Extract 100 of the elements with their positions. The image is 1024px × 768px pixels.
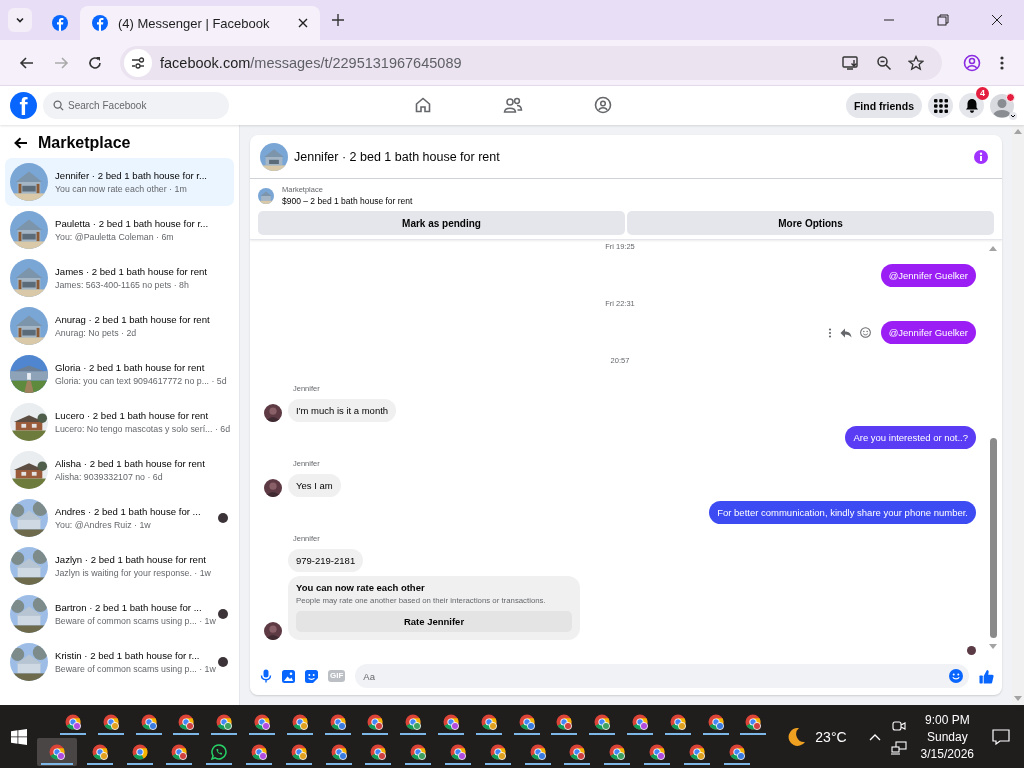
more-icon[interactable] — [827, 327, 832, 338]
rate-button[interactable]: Rate Jennifer — [296, 611, 572, 632]
browser-icon — [140, 713, 157, 730]
install-app-icon[interactable] — [842, 54, 860, 71]
conversation-item[interactable]: Jazlyn · 2 bed 1 bath house for rent Jazlyn is waiting for your response. · 1w — [5, 542, 234, 590]
conversation-item[interactable]: Bartron · 2 bed 1 bath house for ... Beware of common scams using p... · 1w — [5, 590, 234, 638]
browser-icon — [529, 743, 546, 760]
card-title: You can now rate each other — [296, 582, 426, 593]
back-icon[interactable] — [19, 54, 35, 71]
conversation-title: Anurag · 2 bed 1 bath house for rent — [55, 314, 210, 325]
conversation-title: Andres · 2 bed 1 bath house for ... — [55, 506, 201, 517]
restore-icon[interactable] — [937, 14, 949, 26]
browser-icon — [480, 713, 497, 730]
conversation-item[interactable]: James · 2 bed 1 bath house for rent James: 563-400-1165 no pets · 8h — [5, 254, 234, 302]
new-tab-icon[interactable] — [332, 14, 344, 26]
browser-window-button[interactable] — [37, 737, 77, 766]
message-preview: James: 563-400-1165 no pets · 8h — [55, 280, 190, 290]
listing-title: $900 – 2 bed 1 bath house for rent — [282, 196, 413, 206]
emoji-icon[interactable] — [949, 669, 963, 683]
message-preview: Jazlyn is waiting for your response. · 1w — [55, 568, 211, 578]
conversation-item[interactable]: Alisha · 2 bed 1 bath house for rent Alisha: 9039332107 no · 6d — [5, 446, 234, 494]
message-preview: You: @Andres Ruiz · 1w — [55, 520, 152, 530]
profile-icon[interactable] — [963, 53, 981, 72]
logo-icon — [52, 15, 68, 31]
message-preview: Lucero: No tengo mascotas y solo serí... · 6d — [55, 424, 229, 434]
conversation-item[interactable]: Andres · 2 bed 1 bath house for ... You: @Andres Ruiz · 1w — [5, 494, 234, 542]
tab-search-button[interactable] — [8, 8, 32, 32]
site-settings-icon[interactable] — [124, 48, 152, 77]
reply-icon[interactable] — [839, 327, 852, 338]
browser-icon — [290, 743, 307, 760]
chevron-down-icon[interactable] — [1009, 111, 1017, 120]
back-arrow-icon[interactable] — [14, 137, 28, 149]
notification-icon[interactable] — [992, 728, 1010, 745]
message-input[interactable]: Aa — [355, 664, 969, 688]
url-text: facebook.com/messages/t/2295131967645089 — [160, 54, 462, 71]
browser-icon — [216, 713, 233, 730]
conversation-item[interactable]: Jennifer · 2 bed 1 bath house for r... You can now rate each other · 1m — [5, 158, 234, 206]
conversation-item[interactable]: Pauletta · 2 bed 1 bath house for r... You: @Pauletta Coleman · 6m — [5, 206, 234, 254]
browser-icon — [49, 743, 65, 760]
clock-time[interactable]: 9:00 PM — [924, 712, 970, 727]
close-icon[interactable] — [298, 18, 308, 28]
sticker-icon[interactable] — [305, 669, 318, 683]
star-icon[interactable] — [908, 54, 924, 71]
menu-button[interactable] — [928, 93, 953, 118]
read-receipt-icon — [967, 646, 976, 655]
conversation-title: Lucero · 2 bed 1 bath house for rent — [55, 410, 210, 421]
chevron-up-icon[interactable] — [868, 732, 881, 741]
conversation-item[interactable]: Anurag · 2 bed 1 bath house for rent Anurag: No pets · 2d — [5, 302, 234, 350]
browser-icon — [178, 713, 195, 730]
people-icon — [503, 95, 523, 114]
zoom-icon[interactable] — [876, 54, 892, 71]
listing-action-button[interactable]: Mark as pending — [258, 211, 625, 235]
sent-message: @Jennifer Guelker — [880, 264, 976, 287]
weather-temperature[interactable]: 23°C — [815, 728, 847, 745]
browser-icon — [707, 713, 724, 730]
sent-message: @Jennifer Guelker — [880, 321, 976, 344]
conversation-item[interactable]: Kristin · 2 bed 1 bath house for r... Beware of common scams using p... · 1w — [5, 638, 234, 686]
message-preview: Alisha: 9039332107 no · 6d — [55, 472, 164, 482]
conversation-item[interactable]: Gloria · 2 bed 1 bath house for rent Gloria: you can text 9094617772 no p... · 5d — [5, 350, 234, 398]
search-icon — [53, 100, 64, 111]
windows-start-icon[interactable] — [11, 728, 27, 745]
tab-title: (4) Messenger | Facebook — [118, 15, 271, 31]
thumbs-up-icon[interactable] — [979, 668, 994, 684]
close-icon[interactable] — [991, 14, 1003, 26]
logo-icon — [92, 15, 108, 31]
browser-icon — [648, 743, 665, 760]
browser-icon — [410, 743, 427, 760]
browser-icon — [442, 713, 459, 730]
info-icon[interactable] — [974, 149, 988, 164]
browser-tab[interactable]: (4) Messenger | Facebook — [80, 6, 320, 40]
browser-icon — [669, 713, 686, 730]
conversation-title: Jennifer · 2 bed 1 bath house for r... — [55, 170, 207, 181]
conversation-title: Gloria · 2 bed 1 bath house for rent — [55, 362, 206, 373]
listing-action-button[interactable]: More Options — [627, 211, 994, 235]
clock-day[interactable]: Sunday — [926, 729, 968, 744]
browser-icon — [594, 713, 611, 730]
microphone-icon[interactable] — [260, 669, 272, 683]
facebook-logo[interactable]: f — [10, 92, 37, 119]
conversation-item[interactable]: Lucero · 2 bed 1 bath house for rent Lucero: No tengo mascotas y solo serí... · 6d — [5, 398, 234, 446]
reload-icon[interactable] — [87, 54, 103, 71]
image-icon[interactable] — [282, 669, 295, 683]
scrollbar[interactable] — [1012, 125, 1024, 705]
emoji-icon[interactable] — [859, 327, 871, 338]
browser-icon — [728, 743, 745, 760]
received-message: Yes I am — [288, 474, 341, 497]
browser-icon — [370, 743, 387, 760]
network-icon[interactable] — [890, 740, 907, 755]
camera-icon[interactable] — [891, 718, 906, 733]
conversation-title: James · 2 bed 1 bath house for rent — [55, 266, 207, 277]
menu-icon[interactable] — [999, 54, 1005, 71]
browser-icon — [330, 743, 347, 760]
search-field[interactable]: Search Facebook — [43, 92, 229, 119]
find-friends-button[interactable]: Find friends — [845, 93, 922, 118]
browser-icon — [254, 713, 270, 730]
message-preview: Beware of common scams using p... · 1w — [55, 616, 216, 626]
alert-dot — [1006, 92, 1015, 102]
browser-icon — [518, 713, 535, 730]
chevron-down-icon — [15, 15, 25, 25]
clock-date[interactable]: 3/15/2026 — [920, 746, 974, 761]
address-bar[interactable]: facebook.com/messages/t/2295131967645089 — [120, 45, 942, 80]
